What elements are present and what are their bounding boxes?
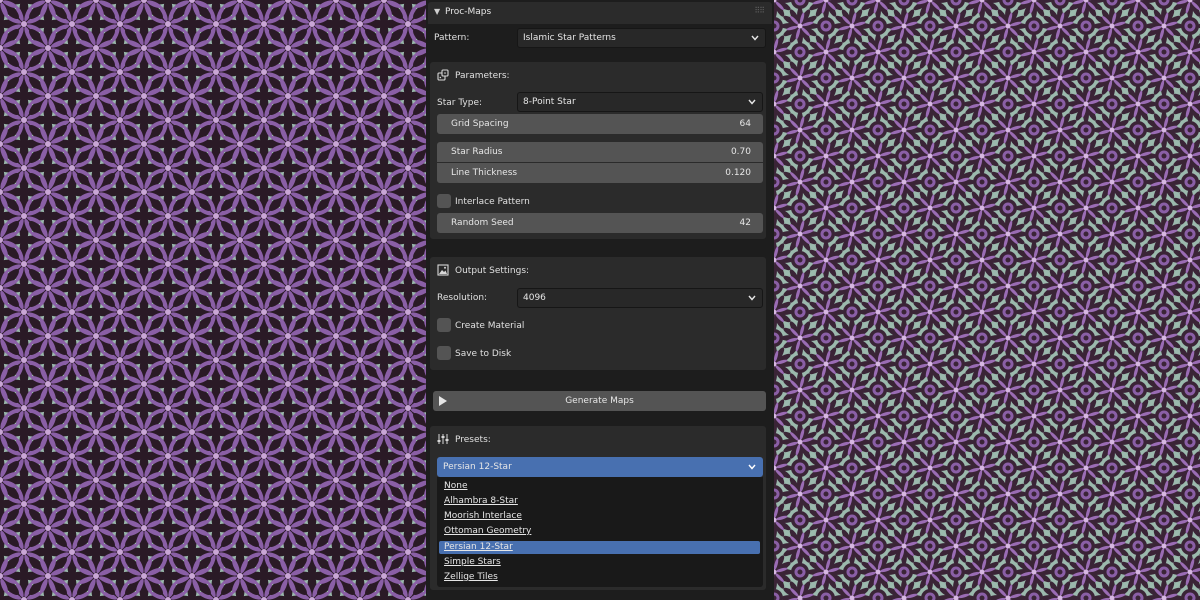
star-radius-value: 0.70	[730, 147, 751, 157]
preset-option-zellige[interactable]: Zellige Tiles	[439, 571, 760, 584]
presets-menu: None Alhambra 8-Star Moorish Interlace O…	[437, 477, 763, 587]
generate-maps-label: Generate Maps	[565, 396, 634, 406]
interlace-label: Interlace Pattern	[455, 197, 530, 207]
preset-option-persian[interactable]: Persian 12-Star	[439, 541, 760, 554]
presets-dropdown[interactable]: Persian 12-Star	[437, 457, 763, 477]
texture-preview-left	[0, 0, 426, 600]
grid-spacing-field[interactable]: Grid Spacing 64	[437, 114, 763, 134]
line-thickness-label: Line Thickness	[451, 168, 518, 178]
resolution-label: Resolution:	[437, 293, 488, 303]
star-type-dropdown[interactable]: 8-Point Star	[517, 92, 763, 112]
star-type-value: 8-Point Star	[523, 97, 576, 107]
resolution-value: 4096	[523, 293, 546, 303]
texture-preview-right	[774, 0, 1200, 600]
resolution-dropdown[interactable]: 4096	[517, 288, 763, 308]
preset-option-ottoman[interactable]: Ottoman Geometry	[439, 525, 760, 538]
grid-spacing-label: Grid Spacing	[451, 119, 509, 129]
preset-option-simple-stars[interactable]: Simple Stars	[439, 556, 760, 569]
random-seed-label: Random Seed	[451, 218, 514, 228]
chevron-down-icon	[748, 99, 756, 105]
chevron-down-icon	[751, 35, 759, 41]
pattern-dropdown[interactable]: Islamic Star Patterns	[517, 28, 766, 48]
star-pattern-left	[0, 0, 426, 600]
line-thickness-value: 0.120	[725, 168, 751, 178]
parameters-title: Parameters:	[455, 71, 510, 81]
sliders-icon	[437, 434, 449, 444]
star-type-label: Star Type:	[437, 98, 483, 108]
output-settings-title: Output Settings:	[455, 266, 530, 276]
disclosure-triangle-down-icon[interactable]: ▼	[434, 7, 440, 16]
preset-option-alhambra[interactable]: Alhambra 8-Star	[439, 495, 760, 508]
star-radius-field[interactable]: Star Radius 0.70	[437, 142, 763, 162]
presets-title: Presets:	[455, 435, 491, 445]
random-seed-field[interactable]: Random Seed 42	[437, 213, 763, 233]
image-icon	[437, 264, 449, 276]
interlace-checkbox[interactable]	[437, 194, 451, 208]
star-pattern-right	[774, 0, 1200, 600]
chevron-down-icon	[748, 464, 756, 470]
save-to-disk-checkbox[interactable]	[437, 346, 451, 360]
generate-maps-button[interactable]: Generate Maps	[433, 391, 766, 411]
preset-option-none[interactable]: None	[439, 480, 760, 493]
dice-icon	[437, 69, 449, 81]
preset-option-moorish[interactable]: Moorish Interlace	[439, 510, 760, 523]
create-material-label: Create Material	[455, 321, 525, 331]
create-material-checkbox[interactable]	[437, 318, 451, 332]
panel-title: Proc-Maps	[445, 7, 492, 17]
grid-spacing-value: 64	[739, 119, 751, 129]
line-thickness-field[interactable]: Line Thickness 0.120	[437, 163, 763, 183]
save-to-disk-label: Save to Disk	[455, 349, 512, 359]
panel-header[interactable]: ▼ Proc-Maps ⠿⠿	[428, 2, 772, 24]
star-radius-label: Star Radius	[451, 147, 503, 157]
drag-grip-icon[interactable]: ⠿⠿	[754, 6, 765, 15]
presets-selected-value: Persian 12-Star	[443, 462, 512, 472]
random-seed-value: 42	[739, 218, 751, 228]
pattern-label: Pattern:	[434, 33, 470, 43]
pattern-value: Islamic Star Patterns	[523, 33, 616, 43]
chevron-down-icon	[748, 295, 756, 301]
